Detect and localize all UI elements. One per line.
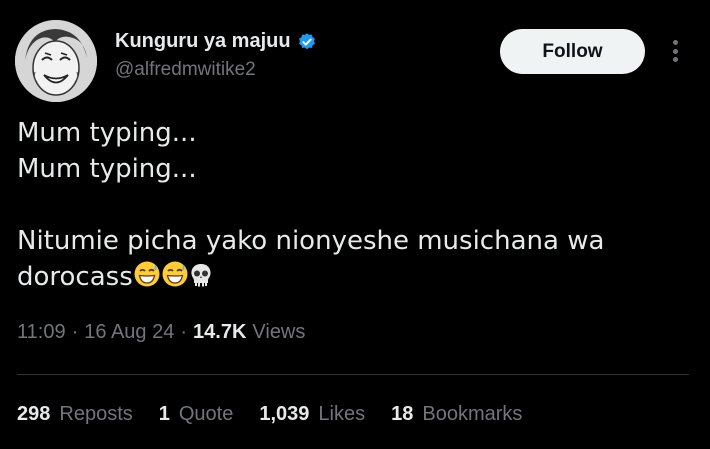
- stat-label: Reposts: [59, 403, 133, 425]
- likes-stat[interactable]: 1,039 Likes: [259, 403, 365, 426]
- views-count: 14.7K: [193, 321, 247, 343]
- tweet-line: Mum typing...: [17, 118, 197, 148]
- stat-label: Quote: [178, 403, 234, 425]
- tweet-text: Mum typing... Mum typing... Nitumie pich…: [17, 115, 697, 298]
- views-label: Views: [252, 321, 306, 343]
- stat-count: 298: [17, 403, 51, 425]
- stat-label: Bookmarks: [422, 403, 523, 425]
- more-dot: [672, 57, 678, 62]
- meta-separator: ·: [180, 321, 188, 343]
- display-name[interactable]: Kunguru ya majuu: [115, 30, 291, 53]
- meta-separator: ·: [71, 321, 79, 343]
- tweet-date[interactable]: 16 Aug 24: [84, 321, 174, 344]
- avatar[interactable]: [15, 20, 97, 102]
- engagement-stats: 298 Reposts 1 Quote 1,039 Likes 18 Bookm…: [17, 403, 548, 426]
- reposts-stat[interactable]: 298 Reposts: [17, 403, 133, 426]
- tweet-meta: 11:09 · 16 Aug 24 · 14.7K Views: [17, 321, 305, 344]
- tweet-line: Nitumie picha yako nionyeshe musichana w…: [17, 226, 605, 256]
- author-name-row: Kunguru ya majuu: [115, 30, 317, 53]
- more-vertical-icon[interactable]: [666, 36, 684, 66]
- divider: [17, 374, 689, 375]
- verified-badge-icon: [297, 32, 317, 52]
- follow-button[interactable]: Follow: [500, 29, 645, 74]
- stat-count: 18: [391, 403, 414, 425]
- quotes-stat[interactable]: 1 Quote: [159, 403, 234, 426]
- tweet-last-line: dorocass: [17, 259, 697, 298]
- more-dot: [672, 40, 678, 45]
- author-handle[interactable]: @alfredmwitike2: [115, 59, 256, 81]
- grinning-sweat-emoji: [133, 260, 161, 298]
- stat-count: 1,039: [259, 403, 310, 425]
- grinning-sweat-emoji: [161, 260, 189, 298]
- stat-count: 1: [158, 403, 170, 425]
- stat-label: Likes: [318, 403, 366, 425]
- more-dot: [672, 48, 678, 54]
- laughing-man-avatar: [15, 20, 97, 102]
- skull-emoji: [189, 262, 213, 298]
- bookmarks-stat[interactable]: 18 Bookmarks: [391, 403, 522, 426]
- tweet-line-text: dorocass: [17, 262, 133, 292]
- tweet-time[interactable]: 11:09: [17, 321, 66, 344]
- tweet-line: Mum typing...: [17, 154, 197, 184]
